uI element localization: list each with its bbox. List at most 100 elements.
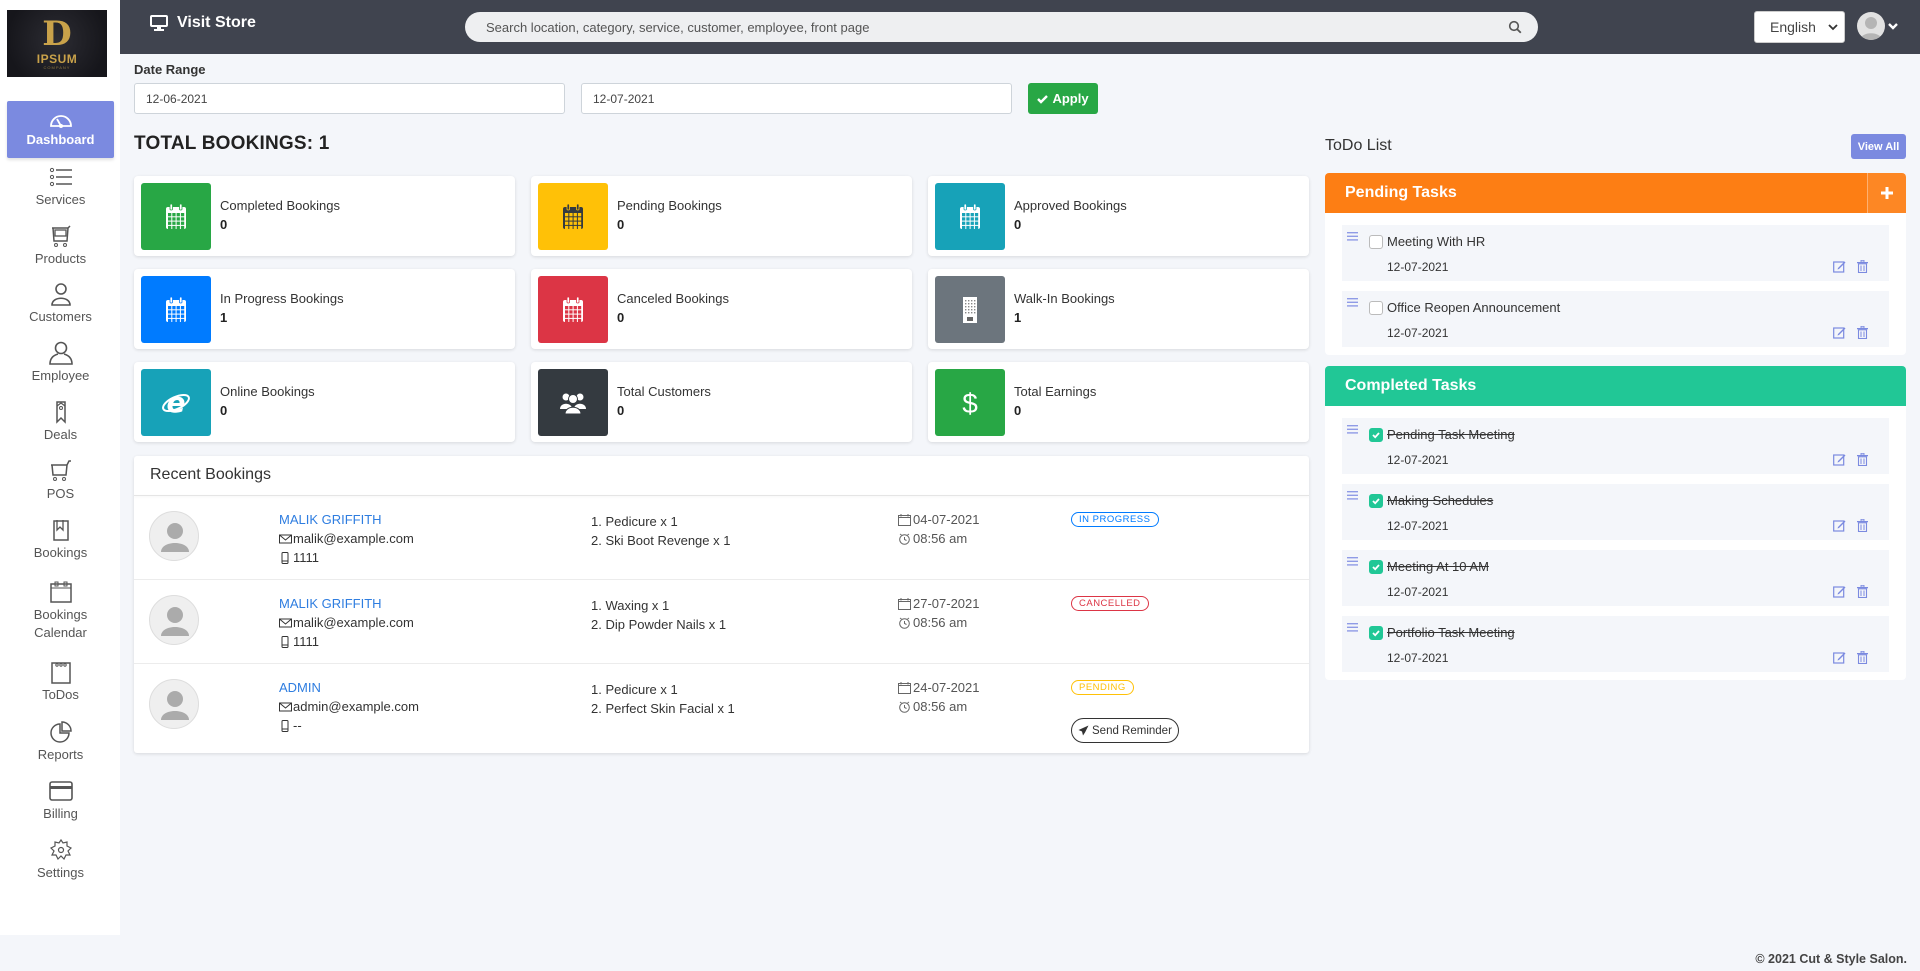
- task-checkbox[interactable]: [1369, 626, 1383, 640]
- sidebar-item-pos[interactable]: POS: [7, 453, 114, 509]
- stat-card-label: Walk-In Bookings: [1014, 291, 1115, 306]
- sidebar-item-employee[interactable]: Employee: [7, 335, 114, 391]
- customer-phone: --: [279, 718, 302, 733]
- drag-handle-icon[interactable]: [1347, 623, 1358, 632]
- sidebar-item-services[interactable]: Services: [7, 159, 114, 215]
- end-date-input[interactable]: [581, 83, 1012, 114]
- stat-card-label: Completed Bookings: [220, 198, 340, 213]
- customer-avatar: [149, 595, 199, 645]
- total-bookings-title: TOTAL BOOKINGS: 1: [134, 133, 330, 154]
- edit-icon[interactable]: [1833, 260, 1846, 273]
- drag-handle-icon[interactable]: [1347, 425, 1358, 434]
- task-checkbox[interactable]: [1369, 428, 1383, 442]
- language-select[interactable]: English: [1754, 11, 1845, 43]
- sidebar-item-todos[interactable]: ToDos: [7, 654, 114, 710]
- edit-icon[interactable]: [1833, 519, 1846, 532]
- sidebar-item-products[interactable]: Products: [7, 218, 114, 274]
- sidebar-item-billing[interactable]: Billing: [7, 773, 114, 829]
- todo-item: Pending Task Meeting 12-07-2021: [1342, 418, 1889, 474]
- user-menu[interactable]: [1857, 12, 1899, 40]
- todo-item: Meeting With HR 12-07-2021: [1342, 225, 1889, 281]
- visit-store-link[interactable]: Visit Store: [150, 14, 256, 32]
- sidebar-item-label: POS: [46, 486, 75, 501]
- paper-plane-icon: [1078, 725, 1089, 736]
- drag-handle-icon[interactable]: [1347, 491, 1358, 500]
- status-badge: PENDING: [1071, 680, 1134, 695]
- sidebar-item-settings[interactable]: Settings: [7, 832, 114, 888]
- building-icon: [935, 276, 1005, 343]
- view-all-button[interactable]: View All: [1851, 134, 1906, 159]
- stat-card-total-earnings[interactable]: $ Total Earnings 0: [928, 362, 1309, 442]
- add-task-button[interactable]: [1867, 173, 1906, 213]
- customer-name-link[interactable]: MALIK GRIFFITH: [279, 512, 382, 527]
- stat-card-canceled-bookings[interactable]: Canceled Bookings 0: [531, 269, 912, 349]
- trash-icon[interactable]: [1857, 326, 1868, 339]
- booking-row: MALIK GRIFFITH malik@example.com 1111 1. P…: [134, 496, 1309, 580]
- recent-bookings-panel: Recent Bookings MALIK GRIFFITH malik@exam…: [134, 456, 1309, 753]
- apply-button[interactable]: Apply: [1028, 83, 1098, 114]
- trash-icon[interactable]: [1857, 519, 1868, 532]
- company-logo[interactable]: D IPSUM COMPANY: [7, 10, 107, 77]
- customer-name-link[interactable]: MALIK GRIFFITH: [279, 596, 382, 611]
- search-input[interactable]: [486, 19, 1508, 35]
- chevron-down-icon: [1888, 23, 1898, 30]
- stat-card-approved-bookings[interactable]: Approved Bookings 0: [928, 176, 1309, 256]
- stat-card-label: In Progress Bookings: [220, 291, 344, 306]
- sidebar-item-reports[interactable]: Reports: [7, 714, 114, 770]
- speedometer-icon: [49, 111, 73, 131]
- trash-icon[interactable]: [1857, 585, 1868, 598]
- task-title: Office Reopen Announcement: [1387, 300, 1561, 315]
- todo-item: Office Reopen Announcement 12-07-2021: [1342, 291, 1889, 347]
- send-reminder-button[interactable]: Send Reminder: [1071, 718, 1179, 743]
- booking-time: 08:56 am: [898, 699, 967, 714]
- sidebar-item-dashboard[interactable]: Dashboard: [7, 101, 114, 158]
- drag-handle-icon[interactable]: [1347, 298, 1358, 307]
- stat-card-label: Canceled Bookings: [617, 291, 730, 306]
- top-header: Visit Store English: [120, 0, 1920, 54]
- stat-card-in-progress-bookings[interactable]: In Progress Bookings 1: [134, 269, 515, 349]
- service-item: 2. Ski Boot Revenge x 1: [591, 533, 731, 548]
- pending-tasks-header: Pending Tasks: [1325, 173, 1906, 213]
- edit-icon[interactable]: [1833, 453, 1846, 466]
- drag-handle-icon[interactable]: [1347, 557, 1358, 566]
- sidebar-item-deals[interactable]: Deals: [7, 394, 114, 450]
- status-badge: IN PROGRESS: [1071, 512, 1159, 527]
- stat-card-online-bookings[interactable]: e Online Bookings 0: [134, 362, 515, 442]
- sidebar-item-bookings-calendar[interactable]: Bookings Calendar: [7, 571, 114, 651]
- trash-icon[interactable]: [1857, 453, 1868, 466]
- sidebar: D IPSUM COMPANY Dashboard Services Product…: [0, 0, 120, 935]
- task-checkbox[interactable]: [1369, 301, 1383, 315]
- task-date: 12-07-2021: [1387, 453, 1449, 467]
- mobile-phone-icon: [281, 635, 289, 648]
- sidebar-item-bookings[interactable]: Bookings: [7, 512, 114, 568]
- mobile-phone-icon: [281, 719, 289, 732]
- trash-icon[interactable]: [1857, 651, 1868, 664]
- stat-card-total-customers[interactable]: Total Customers 0: [531, 362, 912, 442]
- start-date-input[interactable]: [134, 83, 565, 114]
- edit-icon[interactable]: [1833, 651, 1846, 664]
- internet-explorer-icon: e: [141, 369, 211, 436]
- customer-name-link[interactable]: ADMIN: [279, 680, 321, 695]
- drag-handle-icon[interactable]: [1347, 232, 1358, 241]
- service-item: 1. Pedicure x 1: [591, 514, 678, 529]
- stat-card-completed-bookings[interactable]: Completed Bookings 0: [134, 176, 515, 256]
- trash-icon[interactable]: [1857, 260, 1868, 273]
- task-checkbox[interactable]: [1369, 494, 1383, 508]
- task-checkbox[interactable]: [1369, 560, 1383, 574]
- stat-card-label: Total Earnings: [1014, 384, 1097, 399]
- task-date: 12-07-2021: [1387, 519, 1449, 533]
- edit-icon[interactable]: [1833, 326, 1846, 339]
- sidebar-item-label: Products: [34, 251, 87, 266]
- sidebar-item-customers[interactable]: Customers: [7, 276, 114, 332]
- sidebar-item-label: Reports: [37, 747, 84, 762]
- send-reminder-label: Send Reminder: [1092, 724, 1172, 737]
- search-icon[interactable]: [1508, 20, 1522, 34]
- stat-card-walk-in-bookings[interactable]: Walk-In Bookings 1: [928, 269, 1309, 349]
- credit-card-icon: [48, 779, 74, 805]
- task-checkbox[interactable]: [1369, 235, 1383, 249]
- booking-services: 1. Waxing x 1 2. Dip Powder Nails x 1: [591, 596, 726, 634]
- edit-icon[interactable]: [1833, 585, 1846, 598]
- stat-card-label: Online Bookings: [220, 384, 315, 399]
- stat-card-pending-bookings[interactable]: Pending Bookings 0: [531, 176, 912, 256]
- clock-icon: [899, 617, 910, 629]
